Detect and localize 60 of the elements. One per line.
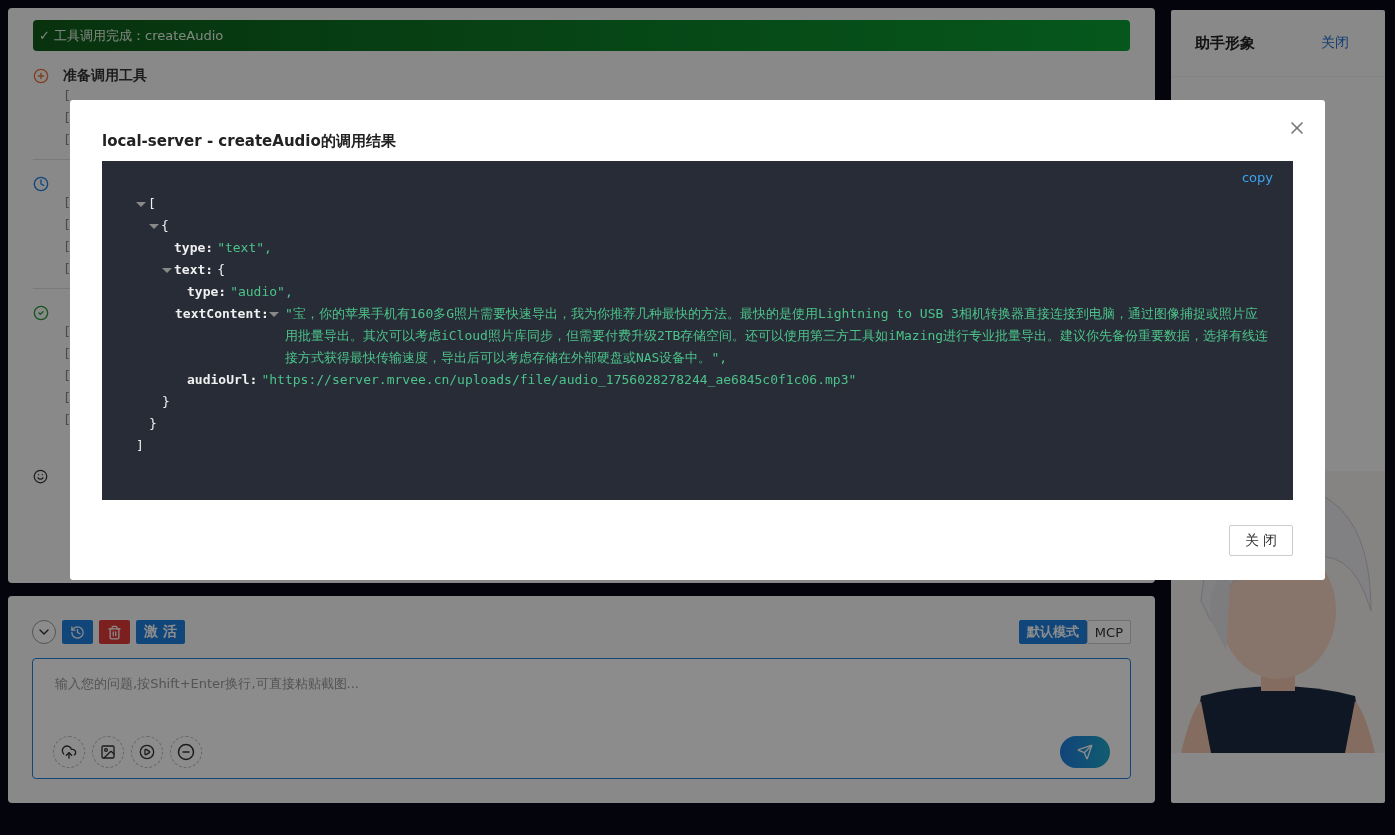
check-circle-icon (33, 305, 49, 321)
json-key: type: (174, 237, 214, 259)
log-line: [ (63, 367, 71, 385)
copy-link[interactable]: copy (1241, 167, 1273, 189)
json-value: "text", (216, 239, 272, 257)
history-icon (70, 624, 85, 640)
log-line: [ (63, 109, 71, 127)
image-button[interactable] (92, 736, 124, 768)
log-line: [ (63, 389, 71, 407)
log-line: [ (63, 238, 71, 256)
json-key: textContent: (175, 303, 269, 325)
minus-circle-icon (177, 743, 195, 761)
log-line: [ (63, 260, 71, 278)
toggle-icon[interactable] (268, 312, 279, 317)
delete-button[interactable] (99, 620, 130, 644)
json-bracket: } (149, 415, 157, 433)
smile-icon (33, 469, 48, 484)
json-bracket: { (161, 217, 169, 235)
json-bracket: [ (148, 195, 156, 213)
mode-tab[interactable]: 默认模式 (1018, 620, 1087, 644)
play-icon (139, 744, 155, 760)
close-link[interactable]: 关闭 (1321, 34, 1349, 52)
activate-button[interactable]: 激 活 (136, 620, 185, 644)
log-line: [ (63, 411, 71, 429)
clock-icon (33, 176, 49, 192)
toggle-icon[interactable] (162, 268, 172, 273)
send-button[interactable] (1060, 736, 1110, 768)
json-value: "宝，你的苹果手机有160多G照片需要快速导出，我为你推荐几种最快的方法。最快的是使用Lightning to USB 3相机转换器直接连接到电脑，通过图像捕捉或照片应用批量导出。其次可以考虑iCloud照片库同步，但需要付费升级2TB存储空间。还可以使用第三方工具如iMazing进行专业批量导出。建议你先备份重要数据，选择有线连接方式获得最快传输速度，导出后可以考虑存储在外部硬盘或NAS设备中。", (283, 305, 1269, 367)
json-value: "audio", (229, 283, 293, 301)
panel-title: 助手形象 (1195, 33, 1255, 53)
json-bracket: ] (136, 437, 144, 455)
log-line: [ (63, 194, 71, 212)
upload-icon (61, 744, 77, 760)
image-icon (100, 744, 116, 760)
json-key: type: (187, 281, 227, 303)
collapse-button[interactable] (32, 620, 56, 644)
log-line: [ (63, 87, 71, 105)
json-bracket: } (162, 393, 170, 411)
json-value: "https://server.mrvee.cn/uploads/file/audio_1756028278244_ae6845c0f1c06.mp3" (260, 371, 857, 389)
toggle-icon[interactable] (136, 202, 146, 207)
json-bracket: { (216, 261, 225, 279)
play-button[interactable] (131, 736, 163, 768)
send-icon (1077, 744, 1093, 760)
step-title: 准备调用工具 (63, 67, 147, 85)
mode-tab[interactable]: MCP (1086, 620, 1131, 644)
log-line: [ (63, 323, 71, 341)
dialog-title: local-server - createAudio的调用结果 (102, 132, 397, 151)
upload-button[interactable] (53, 736, 85, 768)
trash-icon (107, 624, 122, 640)
toggle-icon[interactable] (149, 224, 159, 229)
minus-button[interactable] (170, 736, 202, 768)
json-key: text: (174, 259, 214, 281)
tool-status-bar: ✓ 工具调用完成：createAudio (33, 20, 1130, 51)
history-button[interactable] (62, 620, 93, 644)
log-line: [ (63, 345, 71, 363)
close-button[interactable]: 关 闭 (1228, 525, 1293, 556)
log-line: [ (63, 216, 71, 234)
json-key: audioUrl: (187, 369, 258, 391)
log-line: [ (63, 131, 71, 149)
plus-circle-icon (33, 68, 49, 84)
